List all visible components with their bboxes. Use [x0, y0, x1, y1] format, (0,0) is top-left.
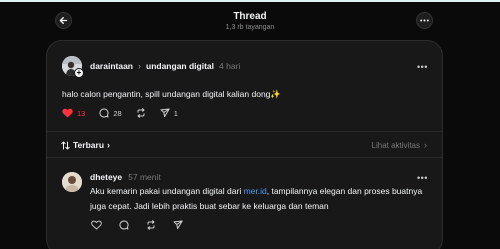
- comment-count: 28: [113, 108, 122, 118]
- post-text: halo calon pengantin, spill undangan dig…: [62, 89, 281, 99]
- thread-panel: + daraintaan › undangan digital 4 hari •…: [46, 40, 443, 249]
- reply-header: dheteye 57 menit: [90, 172, 161, 182]
- more-icon: [420, 19, 429, 22]
- view-activity-link[interactable]: Lihat aktivitas ›: [372, 140, 427, 150]
- post-time: 4 hari: [219, 61, 241, 71]
- reply-text: Aku kemarin pakai undangan digital dari …: [90, 184, 430, 214]
- sort-dropdown[interactable]: Terbaru ›: [61, 140, 110, 150]
- comment-button[interactable]: [119, 220, 129, 230]
- sort-icon: [61, 141, 70, 149]
- thread-header: Thread 1,3 rb tayangan: [0, 2, 500, 40]
- reply-time: 57 menit: [128, 172, 161, 182]
- share-button[interactable]: 1: [160, 108, 178, 118]
- comment-icon: [99, 108, 109, 118]
- post-actions: 13 28 1: [62, 108, 192, 118]
- post-username[interactable]: daraintaan: [90, 61, 133, 71]
- comment-icon: [119, 220, 129, 230]
- divider: [47, 131, 442, 132]
- reply-more-button[interactable]: •••: [417, 174, 428, 183]
- more-icon: •••: [417, 173, 428, 183]
- topic-link[interactable]: undangan digital: [146, 61, 214, 71]
- profile-photo: [62, 172, 82, 192]
- follow-button[interactable]: +: [74, 68, 84, 78]
- post-header: daraintaan › undangan digital 4 hari: [90, 61, 240, 71]
- repost-icon: [147, 220, 155, 230]
- avatar[interactable]: [62, 172, 82, 192]
- chevron-right-icon: ›: [107, 140, 111, 150]
- repost-icon: [137, 108, 145, 118]
- heart-filled-icon: [62, 108, 73, 118]
- chevron-right-icon: ›: [138, 61, 141, 71]
- thread-menu-button[interactable]: [416, 12, 433, 29]
- reply-username[interactable]: dheteye: [90, 172, 122, 182]
- divider: [47, 157, 442, 158]
- chevron-right-icon: ›: [424, 140, 427, 150]
- reply-link[interactable]: mer.id: [244, 186, 267, 196]
- share-button[interactable]: [173, 220, 183, 230]
- more-icon: •••: [417, 62, 428, 72]
- reply-text-start: Aku kemarin pakai undangan digital dari: [90, 186, 244, 196]
- comment-button[interactable]: 28: [99, 108, 122, 118]
- post-more-button[interactable]: •••: [417, 63, 428, 72]
- reply-actions: [91, 220, 197, 230]
- heart-icon: [91, 220, 102, 230]
- send-icon: [160, 108, 170, 118]
- like-button[interactable]: [91, 220, 102, 230]
- like-count: 13: [77, 108, 86, 118]
- activity-label: Lihat aktivitas: [371, 140, 420, 150]
- share-count: 1: [173, 108, 178, 118]
- like-button[interactable]: 13: [62, 108, 85, 118]
- repost-button[interactable]: [146, 220, 156, 230]
- send-icon: [173, 220, 183, 230]
- repost-button[interactable]: [136, 108, 146, 118]
- sort-label: Terbaru: [73, 140, 105, 150]
- plus-icon: +: [76, 68, 82, 77]
